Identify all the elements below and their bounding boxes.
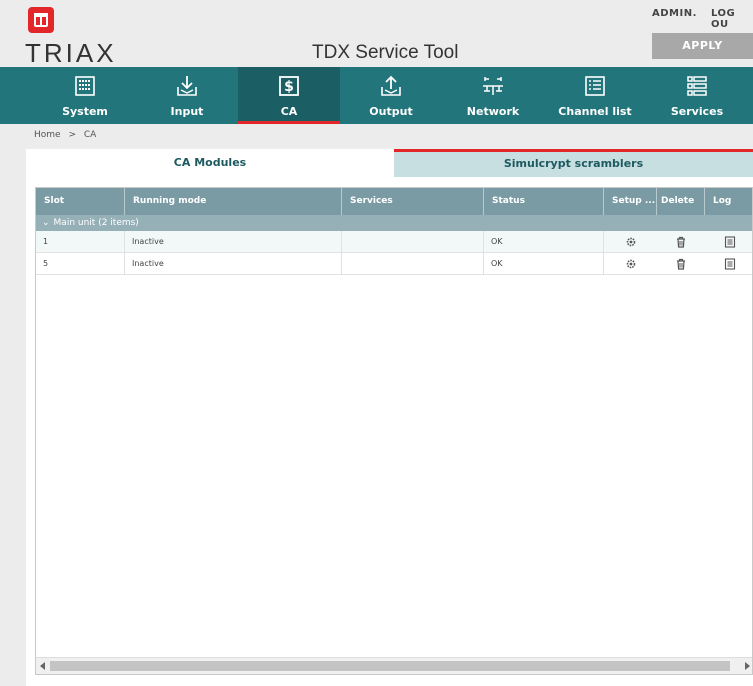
nav-services-label: Services bbox=[670, 105, 724, 118]
scrollbar-thumb[interactable] bbox=[50, 661, 730, 671]
network-icon bbox=[483, 77, 503, 95]
breadcrumb-current: CA bbox=[83, 130, 97, 140]
nav-system-label: System bbox=[62, 105, 108, 118]
nav-network-label: Network bbox=[466, 105, 520, 118]
table-header: Slot Running mode Services Status Setup … bbox=[36, 188, 752, 215]
tab-ca-modules[interactable]: CA Modules bbox=[26, 149, 394, 177]
cell-services bbox=[342, 253, 484, 275]
nav-system[interactable]: System bbox=[34, 67, 136, 124]
cell-status: OK bbox=[484, 231, 604, 253]
cell-slot: 1 bbox=[36, 231, 125, 253]
gear-icon[interactable] bbox=[625, 258, 637, 270]
output-icon bbox=[381, 75, 401, 96]
column-delete[interactable]: Delete bbox=[657, 188, 705, 215]
nav-output-label: Output bbox=[369, 105, 413, 118]
table-row[interactable]: 1 Inactive OK bbox=[36, 231, 752, 253]
breadcrumb: Home > CA bbox=[34, 130, 101, 140]
log-icon[interactable] bbox=[724, 236, 736, 248]
trash-icon[interactable] bbox=[675, 236, 687, 248]
content-panel: Slot Running mode Services Status Setup … bbox=[26, 177, 753, 686]
nav-input[interactable]: Input bbox=[136, 67, 238, 124]
brand-name: TRIAX bbox=[25, 38, 117, 68]
triax-logo-icon bbox=[28, 7, 54, 33]
ca-dollar-icon: $ bbox=[279, 76, 299, 96]
horizontal-scrollbar[interactable] bbox=[36, 657, 752, 674]
nav-ca[interactable]: $ CA bbox=[238, 67, 340, 124]
tab-bar: CA Modules Simulcrypt scramblers bbox=[26, 149, 753, 177]
user-menu[interactable]: ADMIN. bbox=[652, 8, 697, 19]
breadcrumb-separator: > bbox=[68, 130, 76, 140]
breadcrumb-home[interactable]: Home bbox=[34, 130, 61, 140]
cell-slot: 5 bbox=[36, 253, 125, 275]
column-running-mode[interactable]: Running mode bbox=[125, 188, 342, 215]
cell-running-mode: Inactive bbox=[125, 231, 342, 253]
logout-link[interactable]: LOG OU bbox=[711, 8, 753, 30]
cell-running-mode: Inactive bbox=[125, 253, 342, 275]
scroll-right-arrow-icon[interactable] bbox=[745, 662, 750, 670]
group-label: Main unit (2 items) bbox=[53, 218, 139, 228]
svg-text:$: $ bbox=[284, 79, 294, 95]
app-header: TRIAX TDX Service Tool ADMIN. LOG OU APP… bbox=[0, 0, 753, 68]
nav-channel-list[interactable]: Channel list bbox=[544, 67, 646, 124]
channel-list-icon bbox=[585, 76, 605, 96]
ca-modules-table: Slot Running mode Services Status Setup … bbox=[35, 187, 753, 675]
column-status[interactable]: Status bbox=[484, 188, 604, 215]
main-nav: System Input $ CA Output Network Channel… bbox=[0, 67, 753, 124]
nav-services[interactable]: Services bbox=[646, 67, 748, 124]
apply-button[interactable]: APPLY bbox=[652, 33, 753, 59]
cell-services bbox=[342, 231, 484, 253]
group-row-main-unit[interactable]: ⌄ Main unit (2 items) bbox=[36, 215, 752, 231]
column-setup[interactable]: Setup ... bbox=[604, 188, 657, 215]
table-row[interactable]: 5 Inactive OK bbox=[36, 253, 752, 275]
column-log[interactable]: Log bbox=[705, 188, 752, 215]
nav-output[interactable]: Output bbox=[340, 67, 442, 124]
tab-simulcrypt-scramblers[interactable]: Simulcrypt scramblers bbox=[394, 149, 753, 177]
chevron-down-icon: ⌄ bbox=[42, 218, 50, 228]
nav-ca-label: CA bbox=[280, 105, 298, 118]
trash-icon[interactable] bbox=[675, 258, 687, 270]
cell-status: OK bbox=[484, 253, 604, 275]
nav-channel-list-label: Channel list bbox=[558, 105, 632, 118]
column-services[interactable]: Services bbox=[342, 188, 484, 215]
scroll-left-arrow-icon[interactable] bbox=[40, 662, 45, 670]
nav-network[interactable]: Network bbox=[442, 67, 544, 124]
input-icon bbox=[177, 76, 197, 96]
gear-icon[interactable] bbox=[625, 236, 637, 248]
nav-input-label: Input bbox=[170, 105, 204, 118]
services-icon bbox=[687, 76, 707, 96]
log-icon[interactable] bbox=[724, 258, 736, 270]
system-icon bbox=[75, 76, 95, 96]
app-title: TDX Service Tool bbox=[312, 42, 459, 63]
column-slot[interactable]: Slot bbox=[36, 188, 125, 215]
